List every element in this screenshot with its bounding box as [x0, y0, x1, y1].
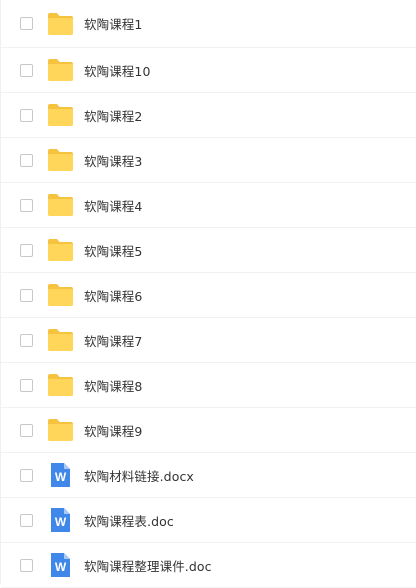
list-item[interactable]: W 软陶材料链接.docx: [1, 453, 416, 498]
folder-icon: [47, 103, 74, 127]
list-item[interactable]: W 软陶课程整理课件.doc: [1, 543, 416, 588]
file-name[interactable]: 软陶课程4: [84, 196, 142, 215]
list-item[interactable]: 软陶课程3: [1, 138, 416, 183]
list-item[interactable]: 软陶课程5: [1, 228, 416, 273]
folder-icon: [47, 238, 74, 262]
list-item[interactable]: 软陶课程4: [1, 183, 416, 228]
row-checkbox[interactable]: [20, 17, 33, 30]
list-item[interactable]: W 软陶课程表.doc: [1, 498, 416, 543]
file-name[interactable]: 软陶课程7: [84, 331, 142, 350]
folder-icon: [47, 12, 74, 36]
row-checkbox[interactable]: [20, 243, 33, 257]
file-name[interactable]: 软陶课程6: [84, 286, 142, 305]
file-name[interactable]: 软陶课程整理课件.doc: [84, 556, 212, 575]
row-checkbox[interactable]: [20, 108, 33, 122]
file-name[interactable]: 软陶课程5: [84, 241, 142, 260]
row-checkbox[interactable]: [20, 468, 33, 482]
file-name[interactable]: 软陶课程8: [84, 376, 142, 395]
list-item[interactable]: 软陶课程10: [1, 48, 416, 93]
folder-icon: [47, 193, 74, 217]
word-badge-letter: W: [55, 560, 67, 574]
row-checkbox[interactable]: [20, 153, 33, 167]
list-item[interactable]: 软陶课程8: [1, 363, 416, 408]
folder-icon: [47, 58, 74, 82]
row-checkbox[interactable]: [20, 333, 33, 347]
file-name[interactable]: 软陶课程9: [84, 421, 142, 440]
file-name[interactable]: 软陶课程10: [84, 61, 151, 80]
word-badge-letter: W: [55, 470, 67, 484]
row-checkbox[interactable]: [20, 378, 33, 392]
folder-icon: [47, 373, 74, 397]
file-name[interactable]: 软陶课程2: [84, 106, 142, 125]
list-item[interactable]: 软陶课程1: [1, 0, 416, 48]
word-doc-icon: W: [47, 463, 74, 487]
file-name[interactable]: 软陶课程1: [84, 14, 142, 33]
word-doc-icon: W: [47, 508, 74, 532]
list-item[interactable]: 软陶课程2: [1, 93, 416, 138]
file-name[interactable]: 软陶课程3: [84, 151, 142, 170]
folder-icon: [47, 418, 74, 442]
file-name[interactable]: 软陶课程表.doc: [84, 511, 174, 530]
list-item[interactable]: 软陶课程6: [1, 273, 416, 318]
row-checkbox[interactable]: [20, 513, 33, 527]
row-checkbox[interactable]: [20, 558, 33, 572]
folder-icon: [47, 328, 74, 352]
folder-icon: [47, 148, 74, 172]
row-checkbox[interactable]: [20, 423, 33, 437]
folder-icon: [47, 283, 74, 307]
file-name[interactable]: 软陶材料链接.docx: [84, 466, 194, 485]
word-doc-icon: W: [47, 553, 74, 577]
list-item[interactable]: 软陶课程7: [1, 318, 416, 363]
list-item[interactable]: 软陶课程9: [1, 408, 416, 453]
word-badge-letter: W: [55, 515, 67, 529]
row-checkbox[interactable]: [20, 288, 33, 302]
row-checkbox[interactable]: [20, 198, 33, 212]
file-list: 软陶课程1 软陶课程10 软陶课程2 软陶课程3 软陶课程4 软陶课程5 软陶课…: [0, 0, 416, 588]
row-checkbox[interactable]: [20, 63, 33, 77]
